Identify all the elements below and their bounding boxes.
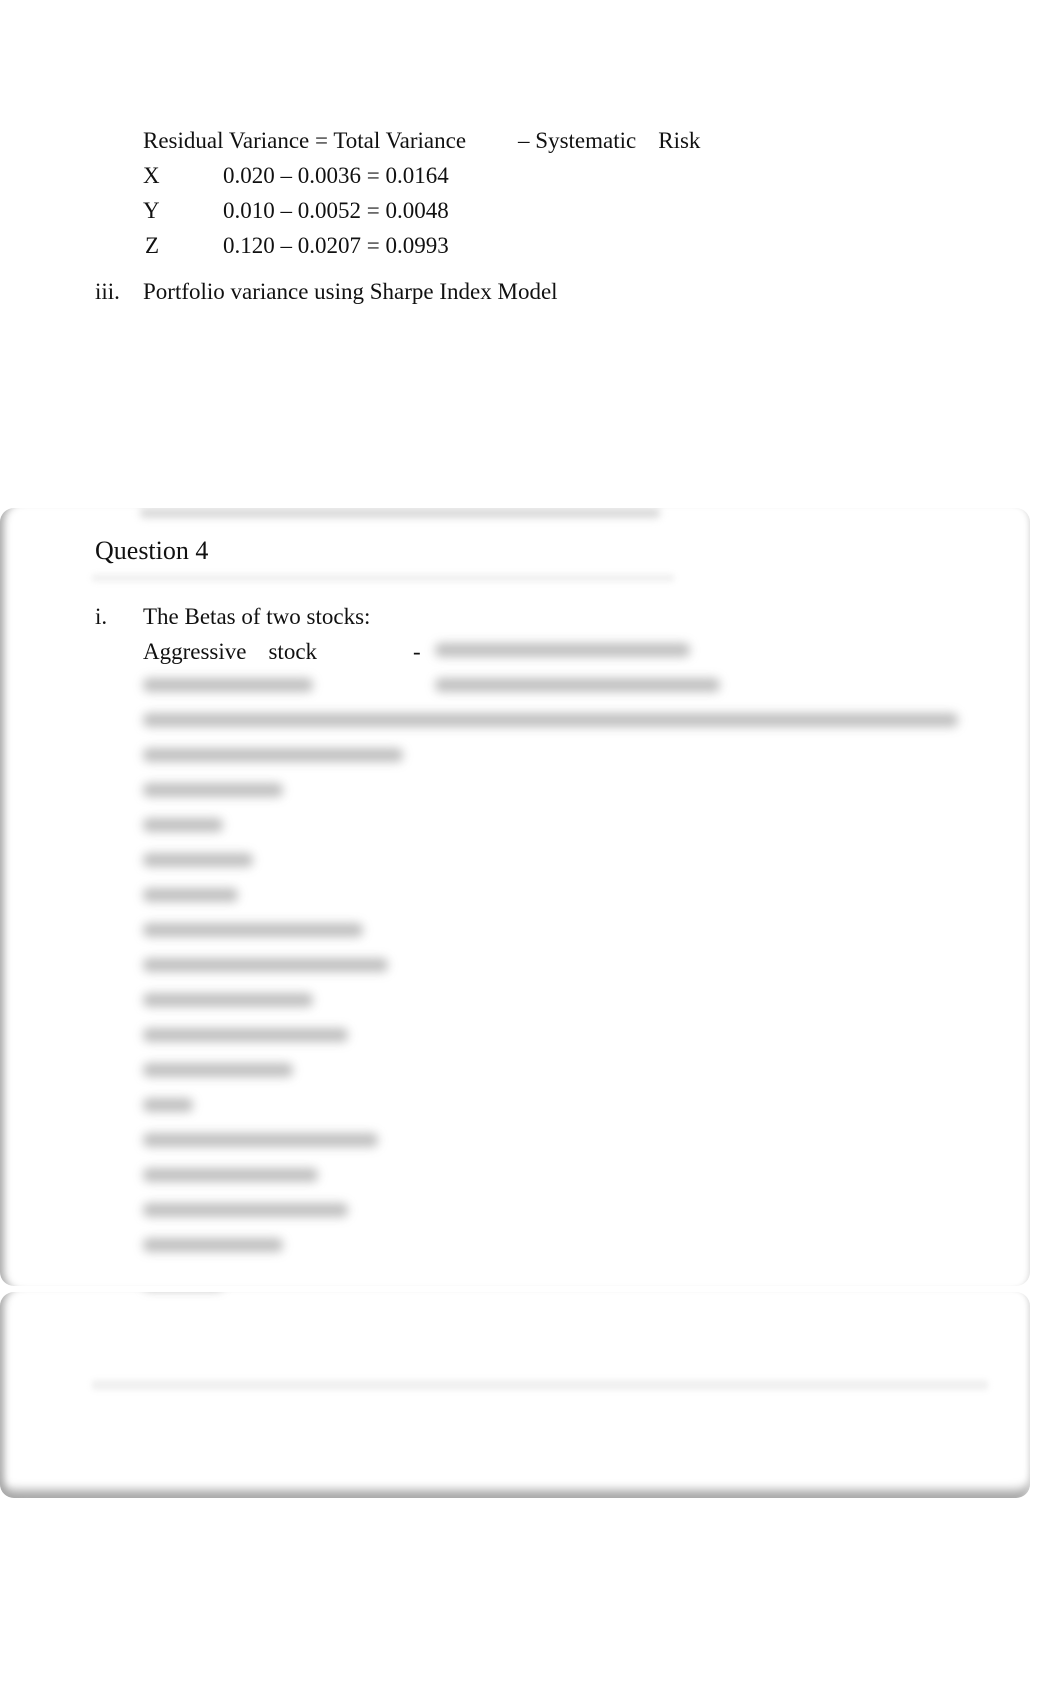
blurred-text-line (143, 678, 313, 692)
blurred-text-line (143, 853, 253, 867)
blurred-text-line (143, 713, 958, 727)
list-item-text: The Betas of two stocks: (143, 604, 371, 629)
blurred-text-line (143, 923, 363, 937)
blurred-text-line (435, 643, 690, 657)
blurred-text-line (143, 958, 388, 972)
blurred-text-line (143, 818, 223, 832)
list-numeral: iii. (95, 279, 120, 304)
list-item-iii: iii. Portfolio variance using Sharpe Inde… (95, 280, 558, 303)
blurred-text-line (143, 1168, 318, 1182)
list-item-i: i. The Betas of two stocks: (95, 605, 370, 628)
blurred-peek-line (140, 508, 660, 518)
residual-variance-formula: Residual Variance = Total Variance – Syst… (143, 129, 700, 152)
variance-label: Y (143, 198, 160, 223)
list-item-text: Portfolio variance using Sharpe Index Mo… (143, 279, 558, 304)
blurred-text-line (143, 1238, 283, 1252)
variance-row-y: Y 0.010 – 0.0052 = 0.0048 (143, 199, 449, 222)
question-title: Question 4 (95, 536, 209, 565)
blurred-text-line (143, 1028, 348, 1042)
variance-equation: 0.020 – 0.0036 = 0.0164 (223, 163, 449, 188)
variance-label: Z (145, 233, 160, 258)
footer-divider (92, 1380, 988, 1390)
aggressive-stock-row: Aggressive stock - (143, 639, 421, 664)
blurred-text-line (143, 748, 403, 762)
formula-left: Residual Variance = Total Variance (143, 128, 467, 153)
blurred-text-line (143, 1063, 293, 1077)
formula-middle: – Systematic (518, 128, 637, 153)
variance-label: X (143, 163, 160, 188)
blurred-text-line (143, 1203, 348, 1217)
variance-row-x: X 0.020 – 0.0036 = 0.0164 (143, 164, 449, 187)
blurred-text-line (143, 1133, 378, 1147)
title-divider (92, 574, 674, 582)
separator-dash: - (413, 639, 421, 664)
aggressive-label: Aggressive (143, 639, 247, 664)
blurred-text-line (435, 678, 720, 692)
formula-right: Risk (658, 128, 701, 153)
stock-label: stock (268, 639, 318, 664)
variance-equation: 0.010 – 0.0052 = 0.0048 (223, 198, 449, 223)
variance-row-z: Z 0.120 – 0.0207 = 0.0993 (143, 234, 449, 257)
blurred-text-line (143, 1098, 193, 1112)
blurred-text-line (143, 783, 283, 797)
blurred-text-line (143, 993, 313, 1007)
locked-preview-card-footer (0, 1292, 1030, 1498)
blurred-text-line (143, 888, 238, 902)
locked-preview-card: Question 4 i. The Betas of two stocks: Ag… (0, 508, 1030, 1286)
list-numeral: i. (95, 604, 108, 629)
variance-equation: 0.120 – 0.0207 = 0.0993 (223, 233, 449, 258)
